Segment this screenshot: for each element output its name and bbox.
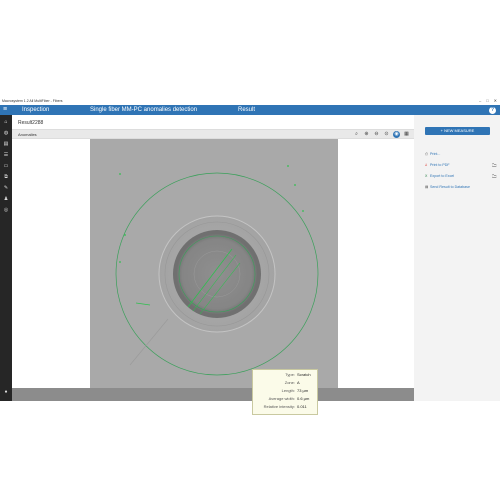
hamburger-icon[interactable]: ≡ bbox=[3, 106, 7, 113]
fiber-endface-image bbox=[90, 139, 338, 388]
main-content: Result2288 Anomalies ⌕ ⊕ ⊖ ⊙ ◉ ▦ Type: S… bbox=[12, 115, 414, 415]
result-title: Result2288 bbox=[18, 120, 44, 126]
folder-icon[interactable]: ▭ bbox=[3, 163, 9, 169]
maximize-button[interactable]: □ bbox=[486, 98, 488, 103]
defect-mark[interactable] bbox=[294, 184, 296, 186]
new-measure-button[interactable]: + NEW MEASURE bbox=[425, 127, 490, 135]
tooltip-key: Relative intensity: bbox=[263, 404, 295, 409]
tooltip-value: 0.011 bbox=[297, 404, 307, 409]
zoom-out-icon[interactable]: ⊖ bbox=[373, 131, 380, 138]
tab-anomalies[interactable]: Anomalies bbox=[18, 132, 37, 137]
tooltip-key: Type: bbox=[285, 372, 295, 377]
export-image-icon[interactable]: ▦ bbox=[403, 131, 410, 138]
defect-mark[interactable] bbox=[124, 234, 126, 236]
folder-icon[interactable]: 🗀 bbox=[492, 173, 497, 181]
book-icon[interactable]: ▤ bbox=[3, 141, 9, 147]
fiber-image-viewer[interactable] bbox=[90, 139, 338, 388]
tooltip-key: Average width: bbox=[268, 396, 295, 401]
help-button[interactable]: ? bbox=[489, 106, 496, 114]
view-tabbar: Anomalies ⌕ ⊕ ⊖ ⊙ ◉ ▦ bbox=[12, 129, 414, 139]
breadcrumb-analysis[interactable]: Single fiber MM-PC anomalies detection bbox=[90, 107, 197, 113]
window-title: Macrosystem 1.2 All MultiFiber - Fibers bbox=[2, 99, 63, 103]
action-label: Print... bbox=[430, 152, 441, 156]
tooltip-value: 73 µm bbox=[297, 388, 309, 393]
zoom-reset-icon[interactable]: ⊙ bbox=[383, 131, 390, 138]
action-label: Export to Excel bbox=[430, 174, 455, 178]
layers-icon[interactable]: ⧉ bbox=[3, 174, 9, 180]
minimize-button[interactable]: – bbox=[479, 98, 481, 103]
export-excel-action[interactable]: X Export to Excel bbox=[425, 174, 454, 178]
zoom-fit-icon[interactable]: ⌕ bbox=[353, 131, 360, 138]
folder-icon[interactable]: 🗀 bbox=[492, 162, 497, 170]
anomaly-tooltip: Type: Scratch Zone: A Length: 73 µm Average… bbox=[252, 369, 318, 415]
fiber-core bbox=[176, 233, 258, 315]
user-account-icon[interactable]: ● bbox=[3, 389, 9, 395]
view-toolbar: ⌕ ⊕ ⊖ ⊙ ◉ ▦ bbox=[353, 130, 410, 138]
globe-icon[interactable]: ◍ bbox=[3, 130, 9, 136]
window-titlebar: Macrosystem 1.2 All MultiFiber - Fibers … bbox=[0, 98, 500, 105]
tooltip-value: 0.6 µm bbox=[297, 396, 310, 401]
export-pdf-action[interactable]: ⅄ Print to PDF bbox=[425, 163, 450, 167]
sidebar: ⌂ ◍ ▤ ☰ ▭ ⧉ ✎ ♟ ◎ ● bbox=[0, 115, 12, 401]
defect-mark[interactable] bbox=[119, 173, 121, 175]
actions-panel: + NEW MEASURE ⎙ Print... ⅄ Print to PDF 🗀 … bbox=[416, 115, 500, 401]
app-window: Macrosystem 1.2 All MultiFiber - Fibers … bbox=[0, 98, 500, 415]
tooltip-value: A bbox=[297, 380, 300, 385]
defect-mark[interactable] bbox=[302, 210, 304, 212]
tooltip-value: Scratch bbox=[297, 372, 311, 377]
list-icon[interactable]: ☰ bbox=[3, 152, 9, 158]
app-header: ≡ Inspection Single fiber MM-PC anomalie… bbox=[0, 105, 500, 115]
users-icon[interactable]: ♟ bbox=[3, 196, 9, 202]
zoom-in-icon[interactable]: ⊕ bbox=[363, 131, 370, 138]
print-action[interactable]: ⎙ Print... bbox=[425, 152, 440, 156]
target-icon[interactable]: ◎ bbox=[3, 207, 9, 213]
defect-mark[interactable] bbox=[119, 261, 121, 263]
tools-icon[interactable]: ✎ bbox=[3, 185, 9, 191]
overlay-toggle-icon[interactable]: ◉ bbox=[393, 130, 400, 138]
breadcrumb-result[interactable]: Result bbox=[238, 107, 255, 113]
breadcrumb-inspection[interactable]: Inspection bbox=[22, 107, 49, 113]
send-database-action[interactable]: ▤ Send Result to Database bbox=[425, 185, 470, 189]
action-label: Print to PDF bbox=[430, 163, 450, 167]
home-icon[interactable]: ⌂ bbox=[3, 119, 9, 125]
tooltip-key: Zone: bbox=[284, 380, 295, 385]
action-label: Send Result to Database bbox=[430, 185, 470, 189]
viewer-footer bbox=[12, 388, 414, 401]
tooltip-key: Length: bbox=[281, 388, 295, 393]
defect-mark[interactable] bbox=[287, 165, 289, 167]
close-button[interactable]: ✕ bbox=[494, 98, 497, 103]
